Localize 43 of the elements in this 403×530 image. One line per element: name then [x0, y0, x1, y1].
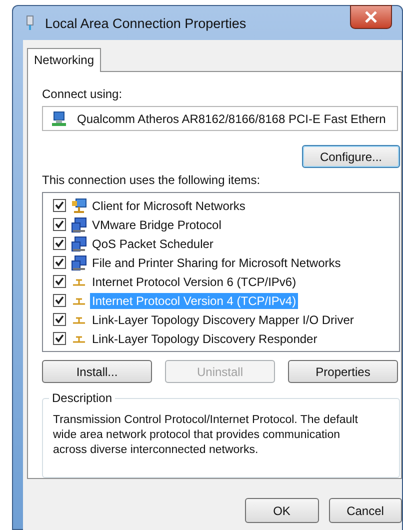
- checkmark-icon: [55, 239, 64, 248]
- description-text: Transmission Control Protocol/Internet Protocol. The default wide area network protocol that provides communication across diverse interconnected networks.: [53, 413, 359, 458]
- network-adapter-icon: [51, 110, 67, 126]
- checkbox[interactable]: [53, 256, 66, 269]
- checkmark-icon: [55, 258, 64, 267]
- configure-button[interactable]: Configure...: [302, 145, 400, 168]
- description-title: Description: [49, 391, 116, 405]
- list-item[interactable]: Internet Protocol Version 6 (TCP/IPv6): [90, 274, 298, 290]
- client-icon: [71, 198, 87, 214]
- checkmark-icon: [55, 334, 64, 343]
- computer-icon: [71, 254, 87, 270]
- list-item[interactable]: VMware Bridge Protocol: [90, 216, 224, 232]
- dialog-button[interactable]: OK: [245, 498, 318, 523]
- checkmark-icon: [55, 220, 64, 229]
- close-icon: [365, 11, 377, 23]
- dialog-button[interactable]: Cancel: [328, 498, 402, 523]
- checkbox[interactable]: [53, 199, 66, 212]
- checkmark-icon: [55, 277, 64, 286]
- checkbox[interactable]: [53, 275, 66, 288]
- action-button[interactable]: Install...: [42, 360, 152, 383]
- list-item[interactable]: QoS Packet Scheduler: [90, 236, 216, 252]
- computer-icon: [71, 216, 87, 232]
- list-item[interactable]: Client for Microsoft Networks: [90, 198, 248, 214]
- tab[interactable]: Networking: [27, 48, 102, 72]
- list-item[interactable]: File and Printer Sharing for Microsoft Networks: [90, 254, 343, 270]
- checkbox[interactable]: [53, 218, 66, 231]
- checkmark-icon: [55, 296, 64, 305]
- action-button[interactable]: Properties: [288, 360, 398, 383]
- adapter-name: Qualcomm Atheros AR8162/8166/8168 PCI-E Fast Ethern: [77, 112, 386, 126]
- checkmark-icon: [55, 315, 64, 324]
- checkmark-icon: [55, 201, 64, 210]
- checkbox[interactable]: [53, 294, 66, 307]
- network-adapter-icon: [25, 15, 35, 31]
- checkbox[interactable]: [53, 313, 66, 326]
- close-button[interactable]: [350, 5, 392, 29]
- connect-using-label: Connect using:: [42, 87, 124, 101]
- computer-icon: [71, 236, 87, 252]
- items-label: This connection uses the following items:: [42, 173, 262, 187]
- window-title: Local Area Connection Properties: [45, 16, 246, 30]
- checkbox[interactable]: [53, 332, 66, 345]
- checkbox[interactable]: [53, 237, 66, 250]
- list-item[interactable]: Link-Layer Topology Discovery Responder: [90, 330, 320, 346]
- list-item[interactable]: Link-Layer Topology Discovery Mapper I/O Driver: [90, 312, 356, 328]
